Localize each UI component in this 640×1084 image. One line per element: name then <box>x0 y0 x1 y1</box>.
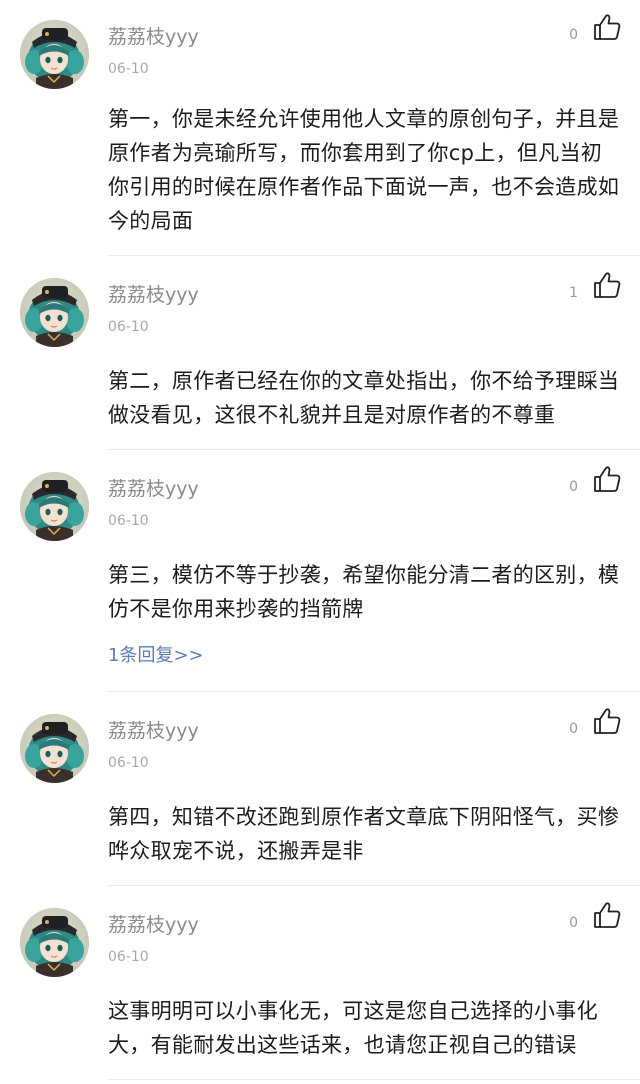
like-count: 0 <box>569 915 578 931</box>
username[interactable]: 荔荔枝yyy <box>108 282 199 308</box>
avatar[interactable] <box>20 908 89 977</box>
thumbs-up-icon[interactable] <box>592 12 622 42</box>
username[interactable]: 荔荔枝yyy <box>108 912 199 938</box>
avatar[interactable] <box>20 714 89 783</box>
comment-text: 第二，原作者已经在你的文章处指出，你不给予理睬当做没看见，这很不礼貌并且是对原作… <box>108 369 620 427</box>
comment-text: 这事明明可以小事化无，可这是您自己选择的小事化大，有能耐发出这些话来，也请您正视… <box>108 999 598 1057</box>
comment-date: 06-10 <box>108 61 149 77</box>
thumbs-up-icon[interactable] <box>592 900 622 930</box>
view-replies-link[interactable]: 1条回复>> <box>108 644 204 668</box>
comment-text: 第三，模仿不等于抄袭，希望你能分清二者的区别，模仿不是你用来抄袭的挡箭牌 <box>108 563 620 621</box>
thumbs-up-icon[interactable] <box>592 706 622 736</box>
like-count: 0 <box>569 721 578 737</box>
username[interactable]: 荔荔枝yyy <box>108 718 199 744</box>
avatar[interactable] <box>20 20 89 89</box>
avatar[interactable] <box>20 278 89 347</box>
comment-date: 06-10 <box>108 513 149 529</box>
comment-date: 06-10 <box>108 755 149 771</box>
like-count: 0 <box>569 479 578 495</box>
thumbs-up-icon[interactable] <box>592 270 622 300</box>
thumbs-up-icon[interactable] <box>592 464 622 494</box>
like-count: 1 <box>569 285 578 301</box>
comment-date: 06-10 <box>108 319 149 335</box>
divider <box>108 449 640 450</box>
like-count: 0 <box>569 27 578 43</box>
username[interactable]: 荔荔枝yyy <box>108 24 199 50</box>
divider <box>108 885 640 886</box>
divider <box>108 691 640 692</box>
avatar[interactable] <box>20 472 89 541</box>
comment-text: 第一，你是未经允许使用他人文章的原创句子，并且是原作者为亮瑜所写，而你套用到了你… <box>108 107 620 233</box>
comment-date: 06-10 <box>108 949 149 965</box>
divider <box>108 255 640 256</box>
comment-text: 第四，知错不改还跑到原作者文章底下阴阳怪气，买惨哗众取宠不说，还搬弄是非 <box>108 805 620 863</box>
username[interactable]: 荔荔枝yyy <box>108 476 199 502</box>
divider <box>108 1079 640 1080</box>
